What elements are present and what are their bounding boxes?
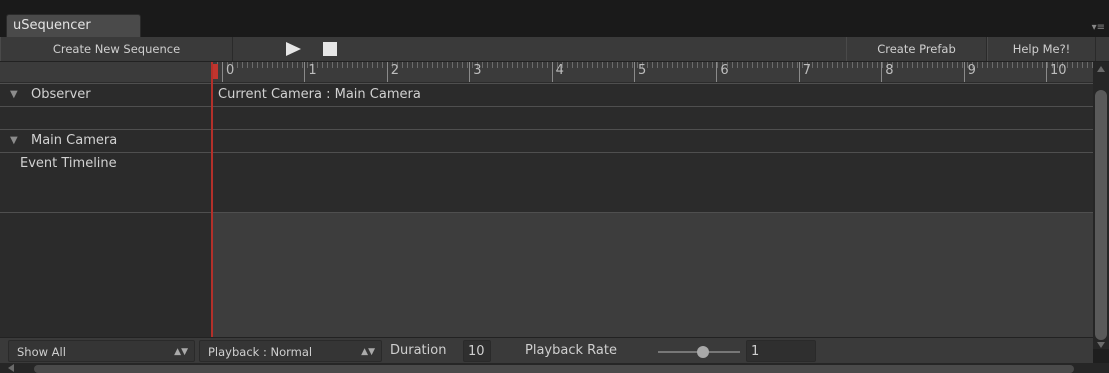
time-ruler[interactable]: 0 1 2 3 4 5 6 7 8 9 10 — [212, 62, 1093, 82]
show-filter-value: Show All — [17, 345, 66, 359]
divider — [0, 212, 1093, 213]
ruler-major-tick — [469, 62, 471, 82]
show-filter-dropdown[interactable]: Show All ▲▼ — [8, 340, 195, 362]
vertical-scrollbar-thumb[interactable] — [1095, 90, 1107, 340]
ruler-label: 3 — [473, 63, 482, 78]
duration-label: Duration — [390, 343, 447, 358]
playback-mode-value: Playback : Normal — [208, 345, 313, 359]
ruler-label: 4 — [555, 63, 564, 78]
stop-button[interactable] — [321, 37, 339, 61]
create-new-sequence-button[interactable]: Create New Sequence — [0, 37, 233, 61]
tab-bar — [0, 0, 1109, 37]
ruler-major-tick — [551, 62, 553, 82]
ruler-major-tick — [1046, 62, 1047, 82]
empty-track-area[interactable] — [212, 213, 1093, 337]
ruler-major-tick — [386, 62, 388, 82]
ruler-major-tick — [881, 62, 883, 82]
timeline-area[interactable]: 0 1 2 3 4 5 6 7 8 9 10 Current Camera : Main Camer… — [212, 62, 1093, 337]
dropdown-arrows-icon: ▲▼ — [174, 347, 188, 357]
ruler-label: 9 — [967, 63, 976, 78]
observer-current-camera: Current Camera : Main Camera — [218, 87, 421, 102]
divider — [0, 152, 1093, 153]
duration-field[interactable]: 10 — [463, 340, 491, 362]
play-button[interactable] — [281, 37, 305, 61]
scroll-up-icon[interactable] — [1097, 66, 1105, 72]
ruler-major-tick — [798, 62, 800, 82]
ruler-major-tick — [634, 62, 635, 82]
ruler-label: 7 — [802, 63, 812, 78]
ruler-major-tick — [716, 62, 718, 82]
playhead-line[interactable] — [211, 62, 213, 337]
help-button[interactable]: Help Me?! — [987, 37, 1096, 61]
playback-rate-slider-knob[interactable] — [697, 346, 710, 358]
horizontal-scrollbar-thumb[interactable] — [34, 365, 1074, 373]
scroll-left-icon[interactable] — [8, 364, 14, 372]
hierarchy-panel: ▼ Observer ▼ Main Camera Event Timeline — [0, 62, 212, 337]
ruler-major-tick — [222, 62, 223, 82]
ruler-label: 1 — [308, 63, 317, 78]
ruler-label: 5 — [638, 63, 647, 78]
panel-menu-icon[interactable]: ▾≡ — [1092, 22, 1105, 33]
playback-rate-field[interactable]: 1 — [746, 340, 816, 362]
ruler-label: 10 — [1050, 63, 1067, 78]
ruler-label: 6 — [720, 63, 729, 78]
playhead-handle[interactable] — [213, 64, 218, 79]
dropdown-arrows-icon: ▲▼ — [361, 347, 375, 357]
stop-icon — [323, 42, 337, 56]
divider — [0, 106, 1093, 107]
event-timeline-label: Event Timeline — [20, 156, 117, 171]
horizontal-scrollbar[interactable] — [0, 363, 1109, 373]
main-camera-label: Main Camera — [31, 133, 118, 148]
ruler-label: 8 — [885, 63, 894, 78]
observer-label: Observer — [31, 87, 91, 102]
expand-triangle-icon[interactable]: ▼ — [10, 89, 18, 100]
bottom-bar: Show All ▲▼ Playback : Normal ▲▼ Duratio… — [0, 337, 1093, 363]
ruler-label: 0 — [226, 63, 235, 78]
toolbar: Create New Sequence Create Prefab Help M… — [0, 37, 1109, 62]
expand-triangle-icon[interactable]: ▼ — [10, 135, 18, 146]
create-prefab-button[interactable]: Create Prefab — [846, 37, 987, 61]
ruler-label: 2 — [390, 63, 400, 78]
playback-rate-label: Playback Rate — [525, 343, 617, 358]
tab-usequencer[interactable]: uSequencer — [6, 14, 141, 37]
playback-mode-dropdown[interactable]: Playback : Normal ▲▼ — [199, 340, 382, 362]
scroll-down-icon[interactable] — [1097, 342, 1105, 348]
ruler-major-tick — [963, 62, 965, 82]
divider — [0, 83, 1093, 84]
ruler-major-tick — [304, 62, 306, 82]
hierarchy-header — [0, 62, 212, 82]
vertical-scrollbar[interactable] — [1093, 62, 1109, 349]
ruler-minor-ticks — [212, 62, 1093, 68]
divider — [0, 129, 1093, 130]
play-icon — [286, 42, 301, 56]
